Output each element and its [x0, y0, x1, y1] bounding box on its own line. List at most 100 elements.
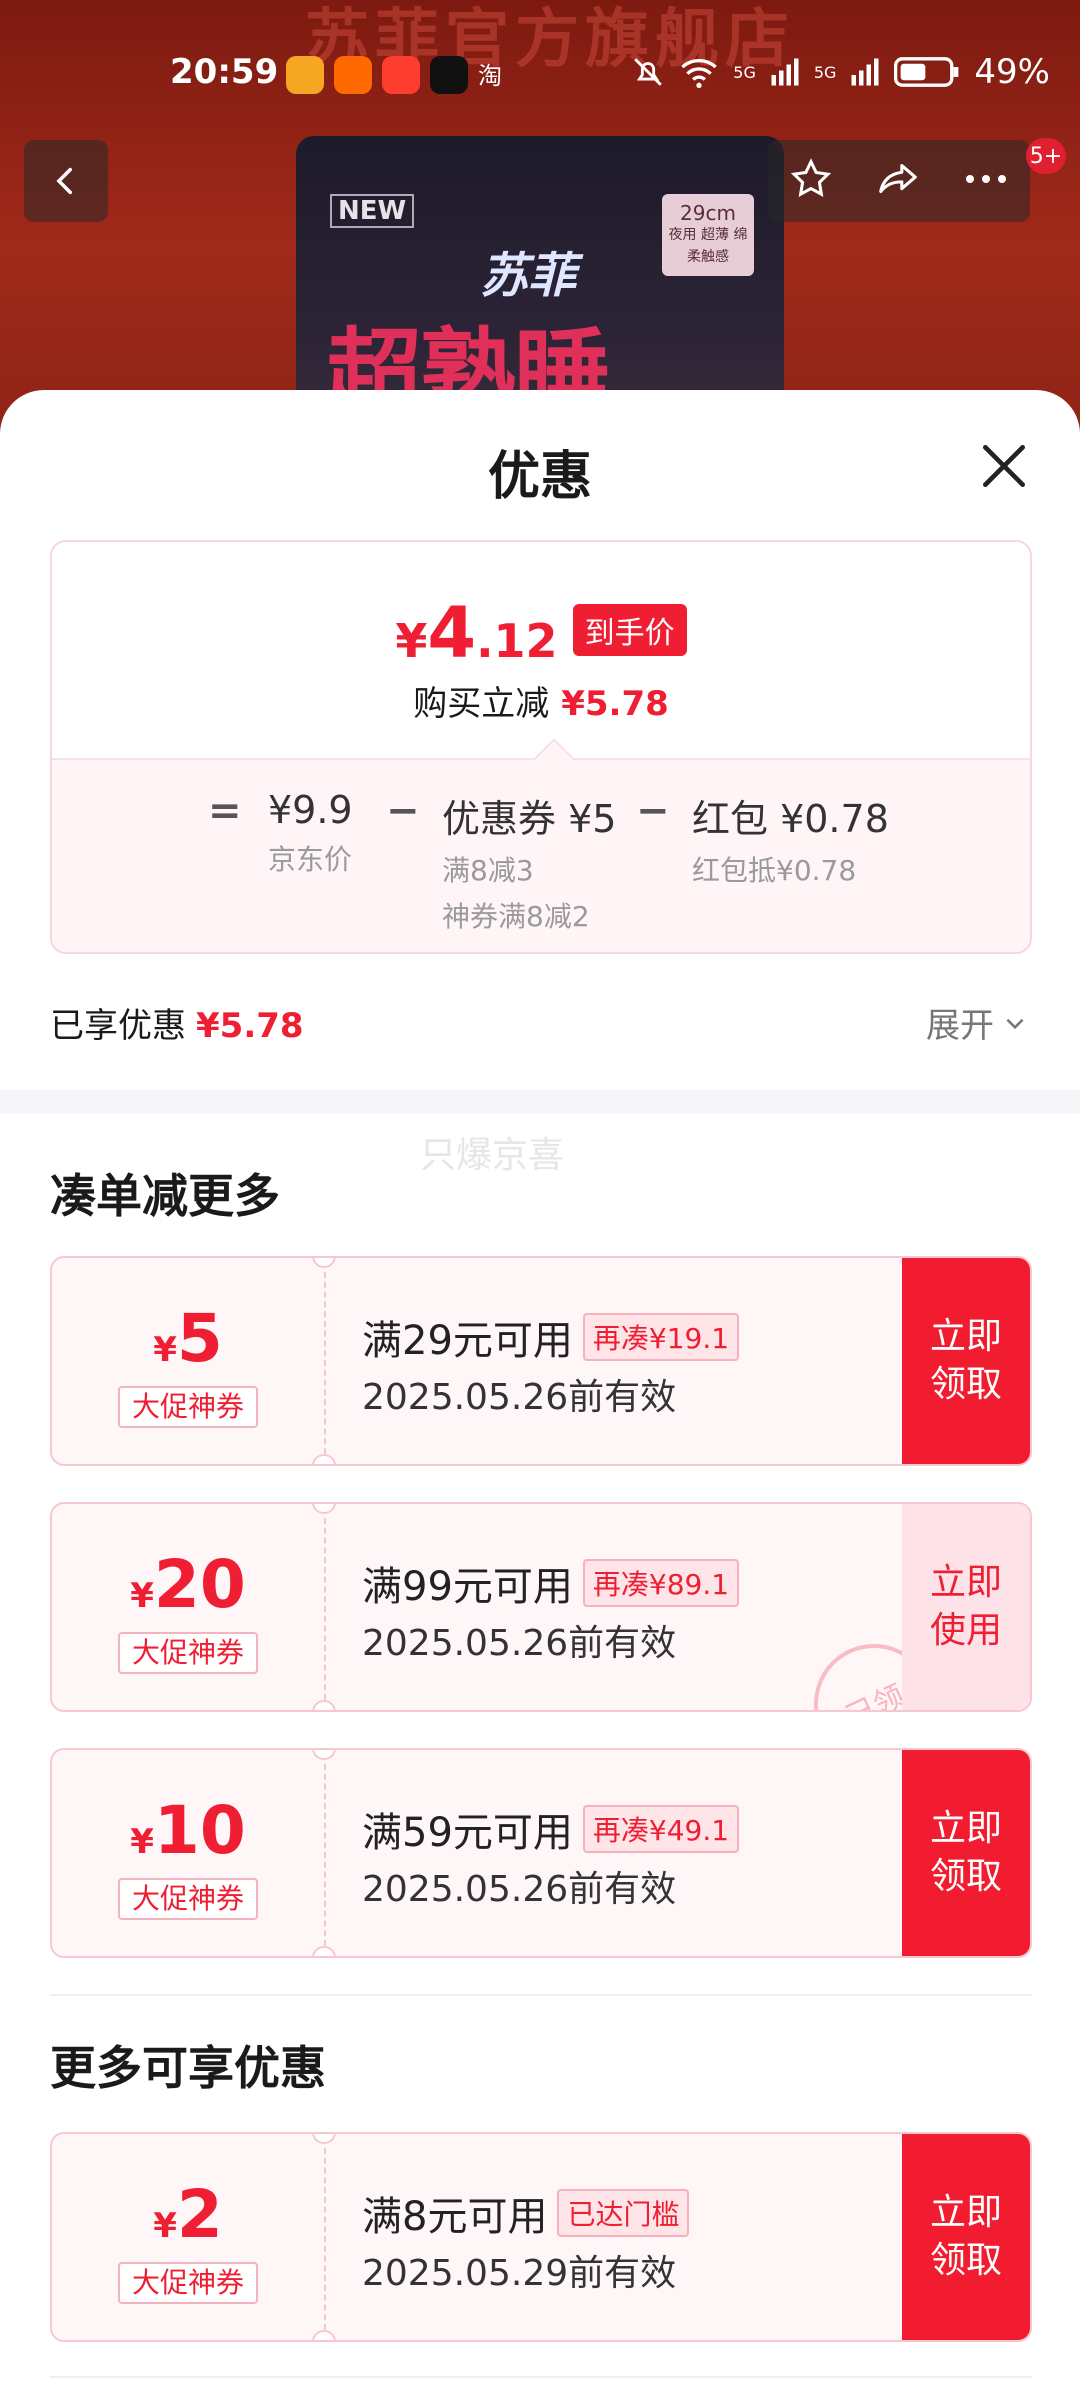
section-divider: [0, 1090, 1080, 1114]
final-price: ¥4.12 到手价: [52, 592, 1030, 674]
network-type-1: 5G: [733, 62, 756, 82]
share-button[interactable]: [874, 156, 922, 206]
signal-icon: [771, 58, 799, 86]
network-type-2: 5G: [813, 62, 837, 82]
expand-button[interactable]: 展开: [926, 998, 1028, 1047]
more-icon: [966, 175, 1006, 183]
coupon-condition: 满59元可用 再凑¥49.1: [362, 1800, 740, 1858]
coupon-card: ¥10 大促神券 满59元可用 再凑¥49.1 2025.05.26前有效 立即领…: [50, 1748, 1032, 1958]
status-bar: 20:59 淘 5G 5G 49%: [0, 44, 1080, 100]
coupon-value-area: ¥5 大促神券: [52, 1258, 324, 1464]
product-size-value: 29cm: [680, 201, 736, 225]
app-notification-icon: [382, 56, 420, 94]
coupon-validity: 2025.05.26前有效: [362, 1377, 677, 1418]
coupon-condition-text: 满29元可用: [362, 1318, 573, 1364]
final-price-decimal: .12: [476, 614, 558, 668]
back-button[interactable]: [24, 140, 108, 222]
battery-percent: 49%: [974, 52, 1050, 92]
coupon-value-area: ¥2 大促神券: [52, 2134, 324, 2340]
share-icon: [879, 164, 917, 193]
signal-icon: [851, 58, 879, 86]
watermark-text: 只爆京喜: [420, 1135, 565, 1176]
enjoyed-label: 已享优惠: [50, 1006, 186, 1046]
use-coupon-button[interactable]: 立即 使用: [902, 1504, 1030, 1710]
coupon-currency: ¥: [130, 1576, 154, 1616]
instant-discount-amount: ¥5.78: [561, 684, 669, 724]
close-button[interactable]: [976, 438, 1032, 494]
coupon-validity: 2025.05.26前有效: [362, 1623, 677, 1664]
claim-coupon-button[interactable]: 立即 领取: [902, 1750, 1030, 1956]
coupon-gap-chip: 再凑¥89.1: [582, 1559, 740, 1607]
chevron-down-icon: [1006, 1018, 1024, 1029]
coupon-condition: 满29元可用 再凑¥19.1: [362, 1308, 740, 1366]
coupon-separator: [324, 1764, 326, 1946]
claim-coupon-button[interactable]: 立即 领取: [902, 1258, 1030, 1464]
coupon-amount: ¥10: [52, 1792, 324, 1869]
status-app-icons: 淘: [286, 56, 516, 94]
coupon-card: ¥2 大促神券 满8元可用 已达门槛 2025.05.29前有效 立即 领取: [50, 2132, 1032, 2342]
section-title-more: 凑单减更多: [50, 1169, 280, 1223]
coupon-condition-text: 满99元可用: [362, 1564, 573, 1610]
app-notification-icon: [286, 56, 324, 94]
coupon-amount: ¥5: [52, 1300, 324, 1377]
coupon-type: 大促神券: [118, 2262, 258, 2304]
red-packet-sub: 红包抵¥0.78: [692, 854, 857, 887]
coupon-currency: ¥: [130, 1822, 154, 1862]
coupon-deduction-sub1: 满8减3: [442, 854, 534, 887]
coupon-condition: 满99元可用 再凑¥89.1: [362, 1554, 740, 1612]
coupon-amount-value: 20: [153, 1546, 246, 1623]
coupon-notch: [312, 2330, 336, 2340]
section-divider-line: [50, 1994, 1032, 1996]
minus-sign: −: [386, 788, 420, 834]
claim-coupon-button[interactable]: 立即 领取: [902, 2134, 1030, 2340]
back-icon: [56, 167, 73, 195]
coupon-threshold-chip: 已达门槛: [557, 2189, 690, 2237]
red-packet-value: 红包 ¥0.78: [692, 797, 889, 841]
coupon-card: ¥20 大促神券 满99元可用 再凑¥89.1 2025.05.26前有效 已领 …: [50, 1502, 1032, 1712]
section-divider-line: [50, 2376, 1032, 2378]
coupon-deduction-sub2: 神券满8减2: [442, 900, 590, 933]
coupon-amount-value: 10: [153, 1792, 246, 1869]
app-notification-icon: [334, 56, 372, 94]
instant-discount-label: 购买立减: [413, 684, 550, 724]
message-badge: 5+: [1026, 138, 1066, 174]
red-packet-deduction: 红包 ¥0.78 红包抵¥0.78: [692, 788, 889, 889]
coupon-amount: ¥2: [52, 2176, 324, 2253]
coupon-separator: [324, 1272, 326, 1454]
minus-sign: −: [636, 788, 670, 834]
coupon-value-area: ¥20 大促神券: [52, 1504, 324, 1710]
product-size-sub: 夜用 超薄 绵柔触感: [668, 227, 748, 265]
coupon-condition-text: 满59元可用: [362, 1810, 573, 1856]
coupon-currency: ¥: [153, 1330, 177, 1370]
expand-label: 展开: [926, 1006, 994, 1046]
coupon-type: 大促神券: [118, 1878, 258, 1920]
coupon-card: ¥5 大促神券 满29元可用 再凑¥19.1 2025.05.26前有效 立即 领取: [50, 1256, 1032, 1466]
discount-sheet: 优惠 ¥4.12 到手价 购买立减 ¥5.78 = ¥9.9 京东价 − 优惠券 …: [0, 390, 1080, 2400]
coupon-value-area: ¥10 大促神券: [52, 1750, 324, 1956]
status-time: 20:59: [170, 52, 279, 92]
coupon-amount: ¥20: [52, 1546, 324, 1623]
final-price-area: ¥4.12 到手价 购买立减 ¥5.78: [52, 542, 1030, 758]
coupon-gap-chip: 再凑¥19.1: [582, 1313, 740, 1361]
coupon-deduction-value: 优惠券 ¥5: [442, 797, 617, 841]
coupon-amount-value: 2: [176, 2176, 223, 2253]
header-action-group: [768, 140, 1030, 222]
coupon-notch: [312, 1946, 336, 1956]
coupon-notch: [312, 1700, 336, 1710]
wifi-icon: [681, 59, 718, 88]
status-right: 5G 5G 49%: [631, 52, 1050, 92]
section-title-other: 更多可享优惠: [50, 2041, 326, 2095]
more-button[interactable]: [962, 169, 1010, 193]
coupon-type: 大促神券: [118, 1386, 258, 1428]
bell-muted-icon: [634, 58, 663, 86]
coupon-gap-chip: 再凑¥49.1: [582, 1805, 740, 1853]
coupon-currency: ¥: [153, 2206, 177, 2246]
close-icon: [983, 445, 1025, 487]
product-size-tag: 29cm 夜用 超薄 绵柔触感: [662, 194, 754, 276]
coupon-notch: [312, 1454, 336, 1464]
jd-price-value: ¥9.9: [268, 788, 353, 832]
coupon-condition: 满8元可用 已达门槛: [362, 2184, 690, 2242]
coupon-validity: 2025.05.26前有效: [362, 1869, 677, 1910]
jd-price: ¥9.9 京东价: [268, 788, 353, 878]
favorite-button[interactable]: [788, 156, 834, 206]
